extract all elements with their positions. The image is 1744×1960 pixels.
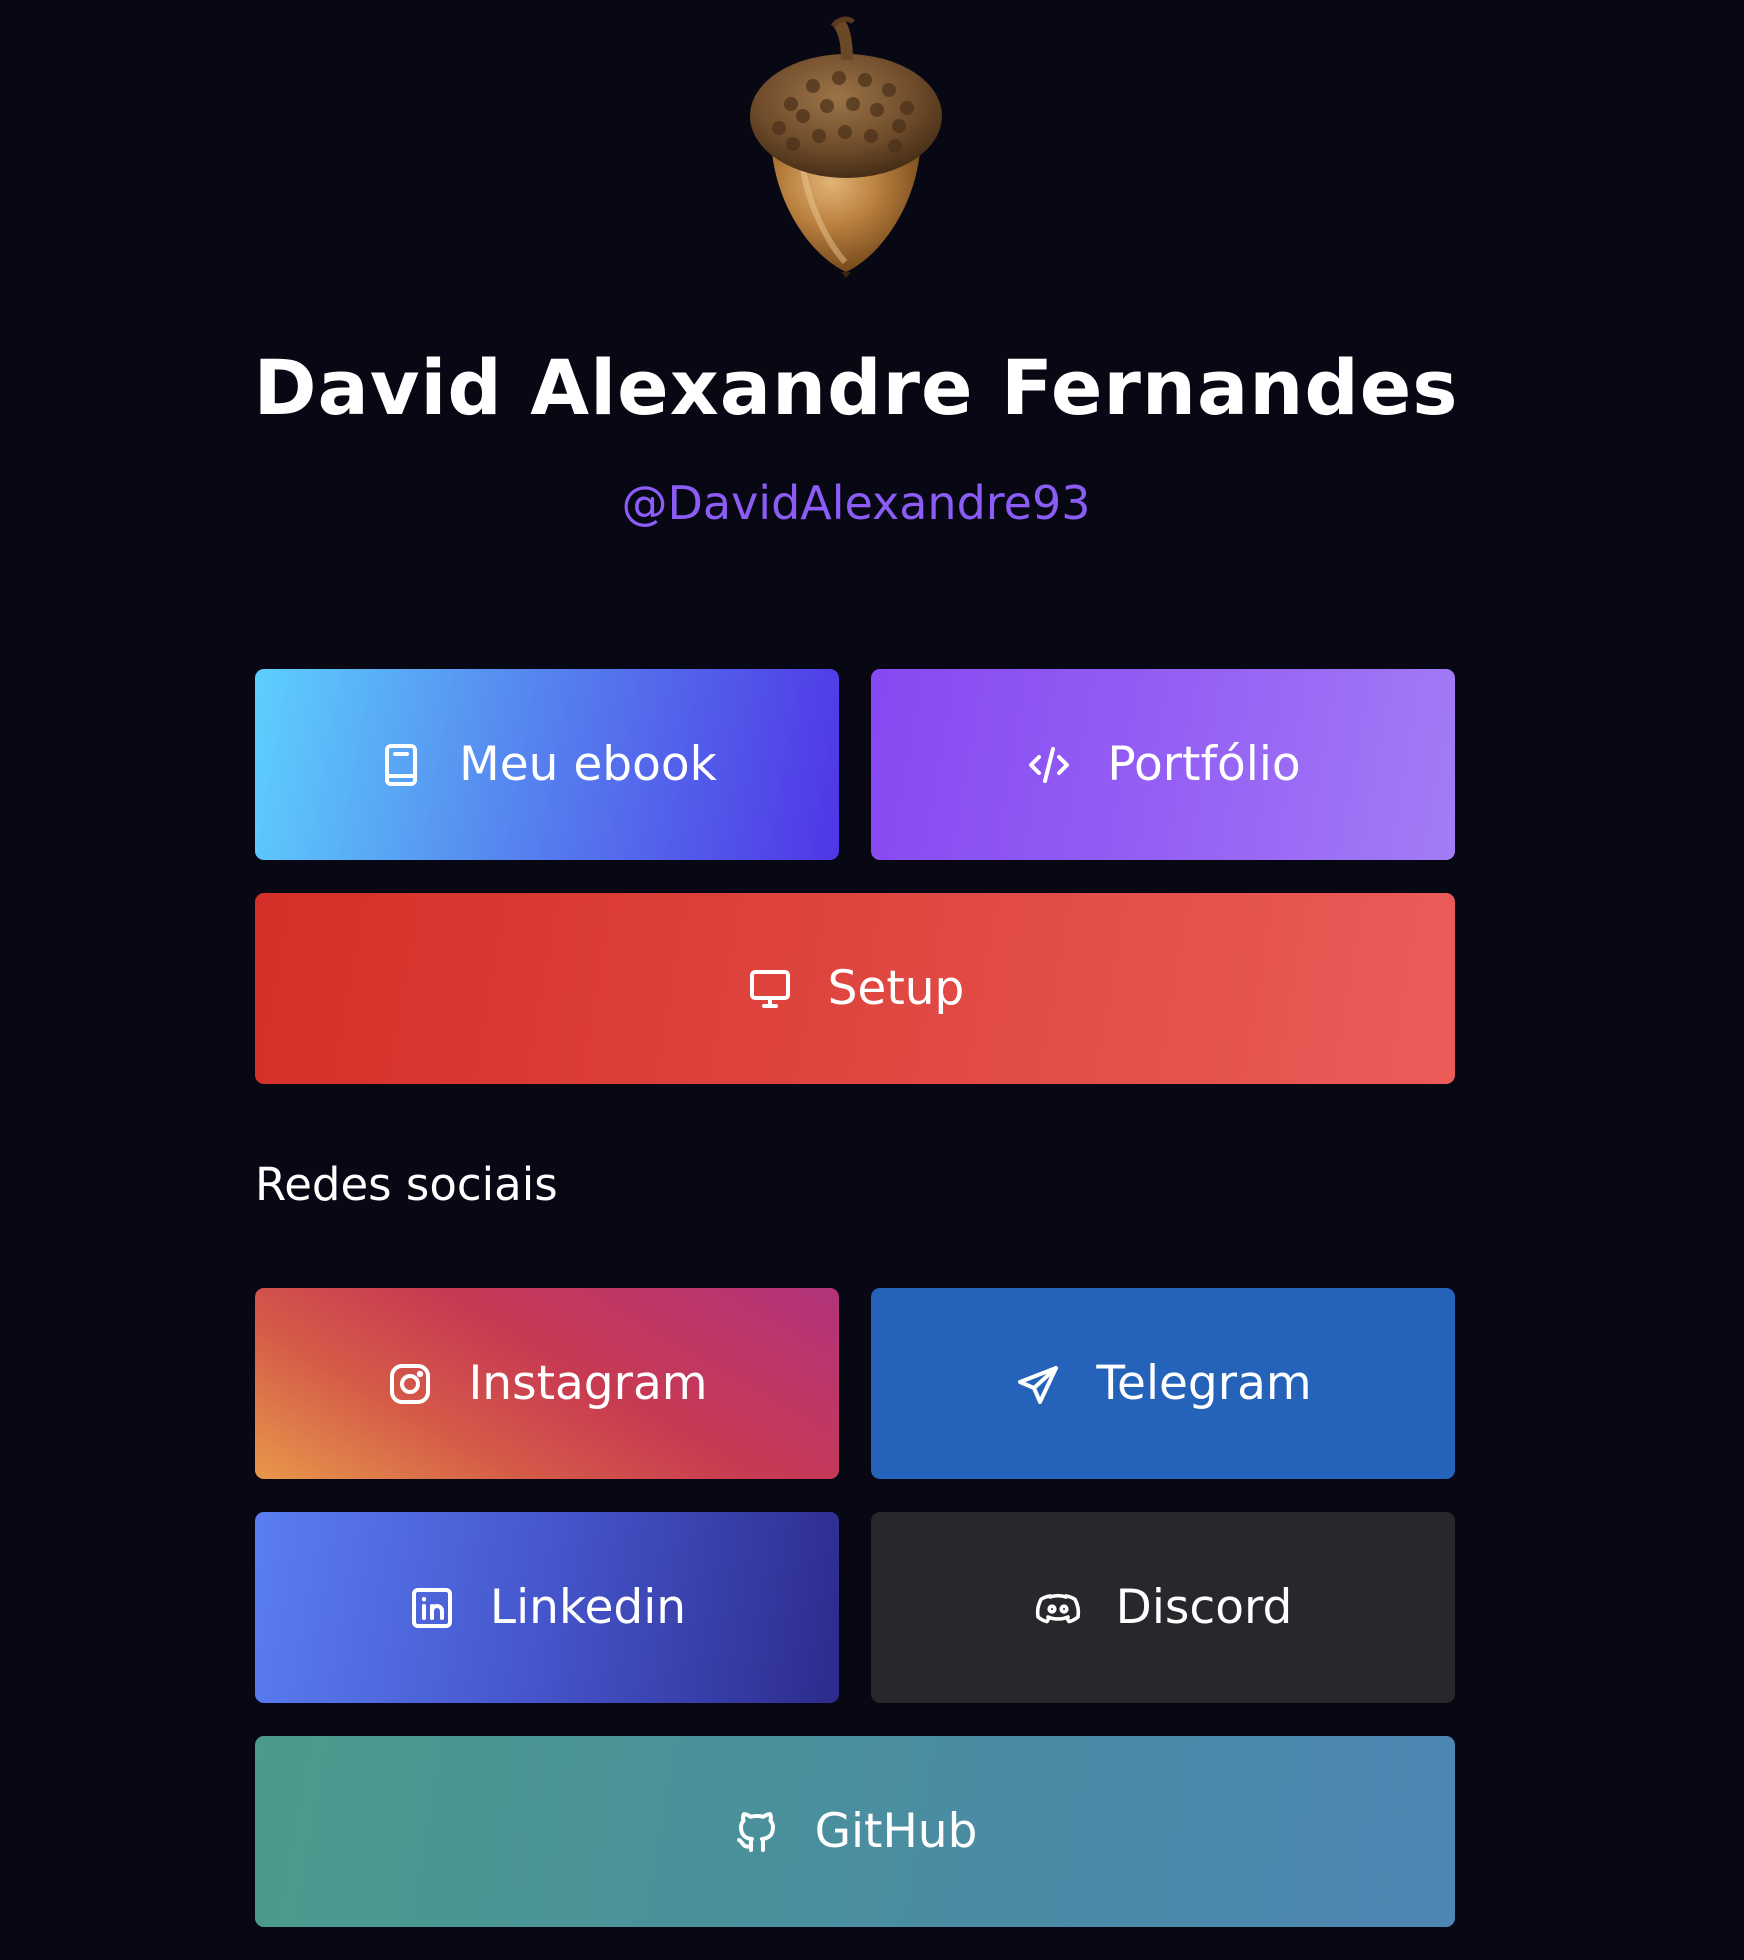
monitor-icon <box>746 965 794 1013</box>
avatar <box>741 16 951 278</box>
code-icon <box>1025 741 1073 789</box>
acorn-icon <box>750 16 942 278</box>
social-section-title: Redes sociais <box>255 1158 558 1211</box>
telegram-icon <box>1014 1360 1062 1408</box>
discord-icon <box>1034 1584 1082 1632</box>
portfolio-label: Portfólio <box>1107 737 1301 792</box>
github-label: GitHub <box>814 1804 978 1859</box>
telegram-label: Telegram <box>1096 1356 1312 1411</box>
github-icon <box>733 1808 781 1856</box>
instagram-label: Instagram <box>468 1356 708 1411</box>
setup-label: Setup <box>827 961 965 1016</box>
linkedin-label: Linkedin <box>489 1580 687 1635</box>
book-icon <box>377 741 425 789</box>
telegram-button[interactable]: Telegram <box>871 1288 1455 1479</box>
instagram-icon <box>386 1360 434 1408</box>
github-button[interactable]: GitHub <box>255 1736 1455 1927</box>
setup-button[interactable]: Setup <box>255 893 1455 1084</box>
linkedin-icon <box>408 1584 456 1632</box>
discord-label: Discord <box>1115 1580 1293 1635</box>
ebook-label: Meu ebook <box>459 737 717 792</box>
linkedin-button[interactable]: Linkedin <box>255 1512 839 1703</box>
ebook-button[interactable]: Meu ebook <box>255 669 839 860</box>
portfolio-button[interactable]: Portfólio <box>871 669 1455 860</box>
profile-name: David Alexandre Fernandes <box>253 343 1459 432</box>
discord-button[interactable]: Discord <box>871 1512 1455 1703</box>
profile-handle[interactable]: @DavidAlexandre93 <box>0 475 1712 531</box>
instagram-button[interactable]: Instagram <box>255 1288 839 1479</box>
